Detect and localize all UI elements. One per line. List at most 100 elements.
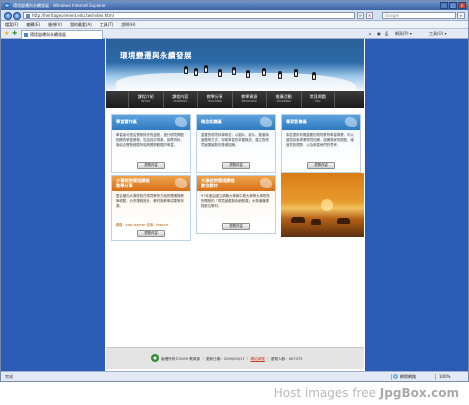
card-header: 概念知識區 [197,115,275,130]
url-field[interactable]: http://heritagecement.edu.tw/index.html [23,12,355,19]
card-body: 學習者可經由實際操作的過程，進行環境問題相關的學習歷程，包括探討現象、設釋資料、… [112,130,190,162]
page-menu[interactable]: 網頁(P) ▾ [395,31,412,37]
menu-file[interactable]: 檔案(F) [5,21,18,28]
penguin-icon [278,71,282,79]
card-body: 重要的環境科學概念，以圖片、影片、動畫與遊戲等方式，幫助學習的掌握概念、建立對環… [197,130,275,162]
rhino-icon [260,178,272,188]
search-icon[interactable]: ⌕ [457,12,465,19]
card-header: 學習實作區 [112,115,190,130]
tab-page-icon [24,33,28,37]
elephant-silhouette [311,219,321,225]
status-text: 完成 [5,374,13,379]
favorites-star-icon[interactable]: ★ [4,31,10,37]
nav-teaching[interactable]: 教學分享 TEACHING [197,91,232,108]
view-content-button[interactable]: 瀏覽內容 [137,230,165,237]
penguin-icon [218,69,222,77]
site-title: 環境變遷與永續發展 [120,51,192,60]
watermark-prefix: Host images free [273,386,380,400]
close-button[interactable]: × [458,2,466,9]
sitemap-link[interactable]: 網站導覽 [251,357,265,361]
menu-favorites[interactable]: 我的最愛(A) [70,21,92,28]
site-nav: 課程介紹 INTRO 課程內容 LEARNING 教學分享 TEACHING 教學資源… [106,91,364,108]
menu-help[interactable]: 說明(H) [121,21,135,28]
card-concept: 概念知識區 重要的環境科學概念，以圖片、影片、動畫與遊戲等方式，幫助學習的掌握概… [196,114,276,173]
elephant-silhouette [337,218,350,224]
card-practice: 學習實作區 學習者可經由實際操作的過程，進行環境問題相關的學習歷程，包括探討現象… [111,114,191,173]
menu-bar: 檔案(F) 編輯(E) 檢視(V) 我的最愛(A) 工具(T) 說明(H) [1,21,468,29]
view-content-button[interactable]: 瀏覽內容 [137,162,165,169]
link-post-teacher[interactable]: 網路：post-teacher [116,223,146,227]
tab-current[interactable]: 環境變遷與永續發展 [21,30,103,39]
maximize-button[interactable]: □ [449,2,457,9]
nav-resource[interactable]: 教學資源 RESOURCE [231,91,267,108]
site-page: 環境變遷與永續發展 課程介紹 INTRO 課程內容 LEARNING 教學分享 TEA… [105,39,365,371]
page-icon [26,14,30,18]
home-icon[interactable]: ⌂ [369,31,372,37]
watermark-brand: JpgBox.com [379,386,459,400]
nav-intro[interactable]: 課程介紹 INTRO [128,91,163,108]
penguin-icon [184,66,188,74]
tab-bar: ★ ✚ 環境變遷與永續發展 ⌂ ▣ ⎙ 網頁(P) ▾ 工具(O) ▾ [1,29,468,39]
nav-learning[interactable]: 課程內容 LEARNING [162,91,198,108]
web-viewport: 環境變遷與永續發展 課程介紹 INTRO 課程內容 LEARNING 教學分享 TEA… [1,39,468,371]
card-header: 大專校院環境課程 教學分享 [112,176,190,191]
giraffe-icon [175,178,187,188]
security-zone[interactable]: 網際網路 [391,374,431,380]
feeds-icon[interactable]: ▣ [377,31,381,37]
title-bar: 環境變遷與永續發展 - Windows Internet Explorer – … [1,1,468,10]
view-content-button[interactable]: 瀏覽內容 [222,223,250,230]
card-decoration-icon [345,117,357,127]
refresh-button[interactable]: ⟳ [357,12,364,19]
penguin-icon [194,68,198,76]
elephant-silhouette [291,217,305,223]
window-controls: – □ × [440,2,466,9]
forward-button[interactable]: › [13,12,21,20]
menu-view[interactable]: 檢視(V) [48,21,62,28]
card-course-sharing: 大專校院環境課程 教學分享 整合國內大專院校在環境教育方面的開課與教學經驗，分享課… [111,175,191,241]
card-expert: 專家影像區 本區提供有關重要的環境教育學習專業，可以讓您探索專業環境知識，認識專… [281,114,361,173]
view-content-button[interactable]: 瀏覽內容 [222,162,250,169]
tools-menu[interactable]: 工具(O) ▾ [429,31,447,37]
browser-window: 環境變遷與永續發展 - Windows Internet Explorer – … [0,0,469,382]
view-content-button[interactable]: 瀏覽內容 [307,162,335,169]
footer-updated: 更新日期：2009/03/17 [205,357,245,361]
footer-copyright: 版權所有©2009 教育部 [161,357,201,361]
back-button[interactable]: ‹ [4,12,12,20]
window-title: 環境變遷與永續發展 - Windows Internet Explorer [13,3,106,8]
tab-label: 環境變遷與永續發展 [30,32,66,37]
card-header: 大專校院環境課程 數位教材 [197,176,275,191]
zoom-level[interactable]: 100% [435,374,465,380]
penguin-icon [262,68,266,76]
card-header: 專家影像區 [282,115,360,130]
print-icon[interactable]: ⎙ [385,31,388,37]
stop-button[interactable]: × [366,12,373,19]
menu-edit[interactable]: 編輯(E) [26,21,40,28]
card-digital-material: 大專校院環境課程 數位教材 97年度由國立師範大學與中原大學等大專院校所開發的「環… [196,175,276,234]
penguin-icon [246,70,250,78]
ministry-logo-icon [151,354,159,362]
nav-promotion[interactable]: 推廣活動 LEARNING [266,91,301,108]
nav-faq[interactable]: 常見問題 FAQ [300,91,335,108]
ie-logo-icon [4,3,10,8]
sun-graphic [321,199,333,211]
savanna-photo [281,173,364,237]
penguin-icon [294,69,298,77]
menu-tools[interactable]: 工具(T) [100,21,114,28]
footer-visitors: 瀏覽人數：007375 [270,357,303,361]
penguin-icon [312,72,316,80]
globe-icon [393,374,398,379]
card-body: 本區提供有關重要的環境教育學習專業，可以讓您探索專業環境知識，認識專家的觀點，增… [282,130,360,162]
card-links: 網路：post-teacher 影像：teacher [112,223,190,230]
search-input[interactable]: Google [382,12,456,19]
site-footer: 版權所有©2009 教育部 ｜ 更新日期：2009/03/17 ｜ 網站導覽 ｜… [106,347,364,369]
card-body: 整合國內大專院校在環境教育方面的開課與教學經驗，分享課程設計、教材與教學成果等資… [112,191,190,223]
card-decoration-icon [175,117,187,127]
site-banner: 環境變遷與永續發展 [106,39,364,91]
card-decoration-icon [260,117,272,127]
minimize-button[interactable]: – [440,2,448,9]
address-tools: ⟳ × [357,12,373,19]
url-text: http://heritagecement.edu.tw/index.html [32,13,114,18]
link-teacher[interactable]: 影像：teacher [147,223,169,227]
card-body: 97年度由國立師範大學與中原大學等大專院校所開發的「環境變遷與永續發展」大專通識… [197,191,275,223]
add-favorite-icon[interactable]: ✚ [12,31,18,37]
